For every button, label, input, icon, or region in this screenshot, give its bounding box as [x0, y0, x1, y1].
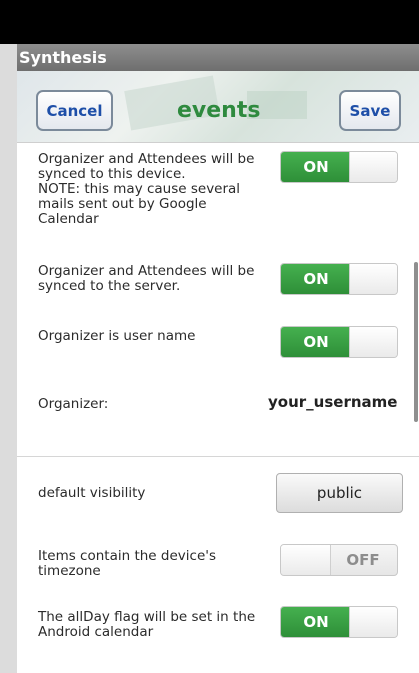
setting-label-allday-flag: The allDay flag will be set in the Andro… [38, 610, 255, 640]
label-line: Organizer: [38, 396, 109, 412]
cancel-button[interactable]: Cancel [36, 90, 113, 131]
label-line: Calendar [38, 211, 99, 227]
setting-label-device-timezone: Items contain the device's timezone [38, 549, 216, 579]
header-bar: Cancel events Save [17, 71, 419, 143]
toggle-state: ON [281, 152, 351, 182]
toggle-knob [349, 152, 397, 182]
toggle-sync-to-device[interactable]: ON [280, 151, 398, 183]
label-line: Organizer is user name [38, 328, 196, 344]
status-bar [0, 0, 419, 44]
label-line: synced to this device. [38, 166, 186, 182]
toggle-knob [349, 607, 397, 637]
setting-label-sync-to-server: Organizer and Attendees will be synced t… [38, 264, 254, 294]
setting-label-organizer-is-user: Organizer is user name [38, 329, 195, 344]
label-line: Organizer and Attendees will be [38, 151, 255, 167]
toggle-sync-to-server[interactable]: ON [280, 263, 398, 295]
label-line: The allDay flag will be set in the [38, 609, 256, 625]
save-button[interactable]: Save [339, 90, 401, 131]
scrollbar[interactable] [414, 262, 418, 422]
toggle-organizer-is-user[interactable]: ON [280, 326, 398, 358]
setting-label-default-visibility: default visibility [38, 486, 145, 501]
app-title: Synthesis [19, 48, 107, 67]
toggle-knob [281, 545, 331, 575]
toggle-allday-flag[interactable]: ON [280, 606, 398, 638]
label-line: Organizer and Attendees will be [38, 263, 255, 279]
toggle-device-timezone[interactable]: OFF [280, 544, 398, 576]
left-edge-strip [0, 0, 17, 673]
toggle-state: ON [281, 327, 351, 357]
settings-list[interactable]: Organizer and Attendees will be synced t… [17, 142, 419, 673]
label-line: timezone [38, 563, 101, 579]
label-line: default visibility [38, 485, 146, 501]
setting-label-sync-to-device: Organizer and Attendees will be synced t… [38, 152, 254, 227]
toggle-knob [349, 327, 397, 357]
toggle-state: OFF [346, 551, 380, 569]
visibility-select-button[interactable]: public [276, 473, 403, 513]
label-line: Items contain the device's [38, 548, 216, 564]
label-line: synced to the server. [38, 278, 181, 294]
label-line: NOTE: this may cause several [38, 181, 241, 197]
app-title-bar: Synthesis [17, 44, 419, 71]
organizer-value: your_username [268, 393, 398, 411]
label-line: Android calendar [38, 624, 154, 640]
toggle-knob [349, 264, 397, 294]
page-title: events [177, 98, 261, 123]
section-divider [17, 456, 419, 457]
label-line: mails sent out by Google [38, 196, 207, 212]
toggle-state: ON [281, 264, 351, 294]
setting-label-organizer: Organizer: [38, 397, 108, 412]
toggle-state: ON [281, 607, 351, 637]
